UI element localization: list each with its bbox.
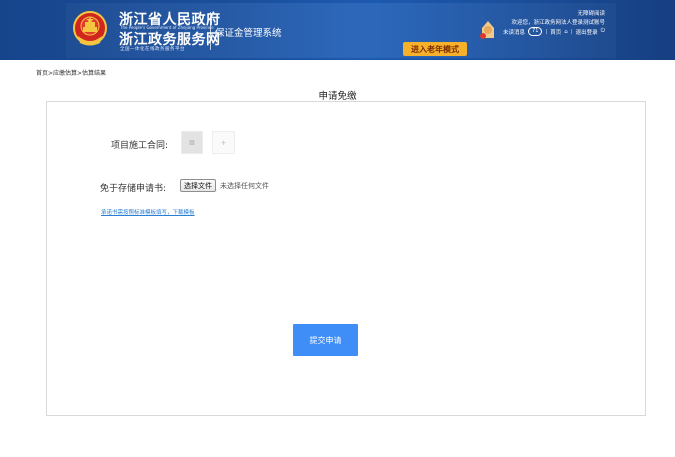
logout-link[interactable]: 退出登录 [576,28,598,36]
contract-label: 项目施工合同: [111,141,169,151]
mascot-icon [480,21,494,39]
unread-messages-label[interactable]: 未读消息 [503,28,525,36]
exempt-application-label: 免于存储申请书: [100,184,167,194]
home-link[interactable]: 首页 [550,28,561,36]
page-title: 申请免缴 [318,91,357,102]
accessibility-link[interactable]: 无障碍阅读 [577,9,605,17]
file-status-text: 未选择任何文件 [220,182,269,190]
choose-file-button[interactable]: 选择文件 [180,179,216,192]
unread-count-badge[interactable]: 71 [528,27,543,36]
header-divider [210,12,211,50]
breadcrumb[interactable]: 首页>应缴估算>估算结果 [36,68,106,77]
logout-icon[interactable]: ⏻ [601,28,605,35]
image-thumbnail-icon: ▨ [189,139,195,146]
site-slogan: 全国一体化在线政务服务平台 [120,47,185,52]
system-name: 保证金管理系统 [215,28,282,39]
welcome-text: 欢迎您，浙江政务网法人登录测试账号 [511,20,605,26]
download-template-link[interactable]: 承诺书需按照标准模板填写，下载模板 [101,208,195,216]
add-attachment-button[interactable]: + [212,131,235,154]
elder-mode-button[interactable]: 进入老年模式 [403,42,467,56]
user-links: 未读消息 71 | 首页 ⌂ | 退出登录 ⏻ [503,27,605,36]
link-separator: | [570,28,573,35]
link-separator: | [545,28,548,35]
contract-thumbnail[interactable]: ▨ [181,131,203,154]
site-header: 浙江省人民政府 The People's Government of Zheji… [0,0,675,60]
national-emblem-icon [73,11,107,46]
home-icon[interactable]: ⌂ [564,29,568,35]
submit-application-button[interactable]: 提交申请 [293,324,358,356]
